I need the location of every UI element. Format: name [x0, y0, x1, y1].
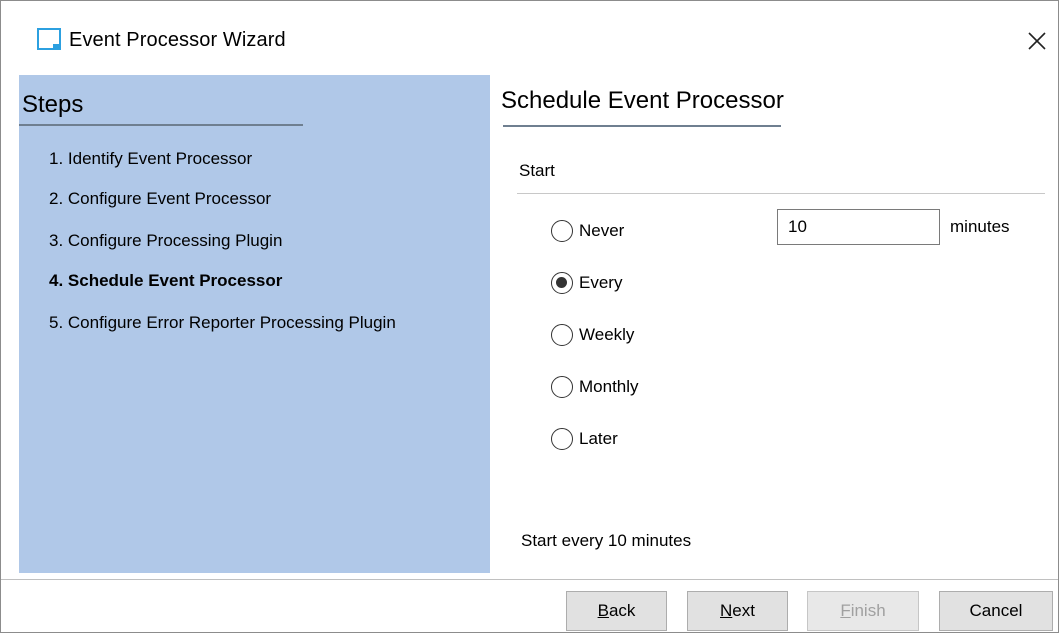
radio-weekly[interactable]: Weekly [551, 322, 634, 348]
radio-circle[interactable] [551, 376, 573, 398]
cancel-button[interactable]: Cancel [939, 591, 1053, 631]
back-mnemonic: B [597, 601, 609, 620]
step-item-configure-event-processor: 2. Configure Event Processor [49, 189, 272, 208]
radio-every[interactable]: Every [551, 270, 622, 296]
back-label-rest: ack [608, 601, 636, 620]
radio-every-label: Every [579, 273, 623, 292]
radio-circle[interactable] [551, 324, 573, 346]
footer-divider [1, 579, 1058, 580]
radio-circle-checked[interactable] [551, 272, 573, 294]
title-bar: Event Processor Wizard [1, 1, 1058, 73]
schedule-summary: Start every 10 minutes [521, 531, 692, 550]
radio-circle[interactable] [551, 428, 573, 450]
start-section-divider [517, 193, 1045, 194]
window-app-icon [37, 28, 61, 50]
close-button[interactable] [1019, 23, 1055, 59]
interval-unit-label: minutes [950, 217, 1010, 236]
radio-circle[interactable] [551, 220, 573, 242]
start-section-label: Start [519, 161, 555, 180]
steps-title: Steps [22, 91, 84, 118]
steps-panel: Steps 1. Identify Event Processor 2. Con… [19, 75, 490, 573]
cancel-label: Cancel [969, 601, 1023, 620]
step-item-configure-processing-plugin: 3. Configure Processing Plugin [49, 231, 283, 250]
radio-never[interactable]: Never [551, 218, 624, 244]
radio-never-label: Never [579, 221, 625, 240]
page-title: Schedule Event Processor [501, 87, 784, 114]
radio-weekly-label: Weekly [579, 325, 635, 344]
close-icon [1028, 32, 1046, 50]
finish-mnemonic: F [840, 601, 851, 620]
radio-later-label: Later [579, 429, 618, 448]
page-title-underline [503, 125, 781, 127]
finish-button[interactable]: Finish [807, 591, 919, 631]
next-mnemonic: N [720, 601, 733, 620]
step-item-identify: 1. Identify Event Processor [49, 149, 253, 168]
wizard-window: Event Processor Wizard Steps 1. Identify… [0, 0, 1059, 633]
interval-input[interactable] [777, 209, 940, 245]
window-title: Event Processor Wizard [69, 29, 286, 51]
back-button[interactable]: Back [566, 591, 667, 631]
finish-label-rest: inish [850, 601, 886, 620]
steps-title-underline [19, 124, 303, 126]
next-label-rest: ext [732, 601, 755, 620]
radio-monthly-label: Monthly [579, 377, 639, 396]
next-button[interactable]: Next [687, 591, 788, 631]
step-item-configure-error-reporter: 5. Configure Error Reporter Processing P… [49, 313, 396, 332]
step-item-schedule-current: 4. Schedule Event Processor [49, 271, 283, 290]
radio-monthly[interactable]: Monthly [551, 374, 639, 400]
radio-later[interactable]: Later [551, 426, 618, 452]
